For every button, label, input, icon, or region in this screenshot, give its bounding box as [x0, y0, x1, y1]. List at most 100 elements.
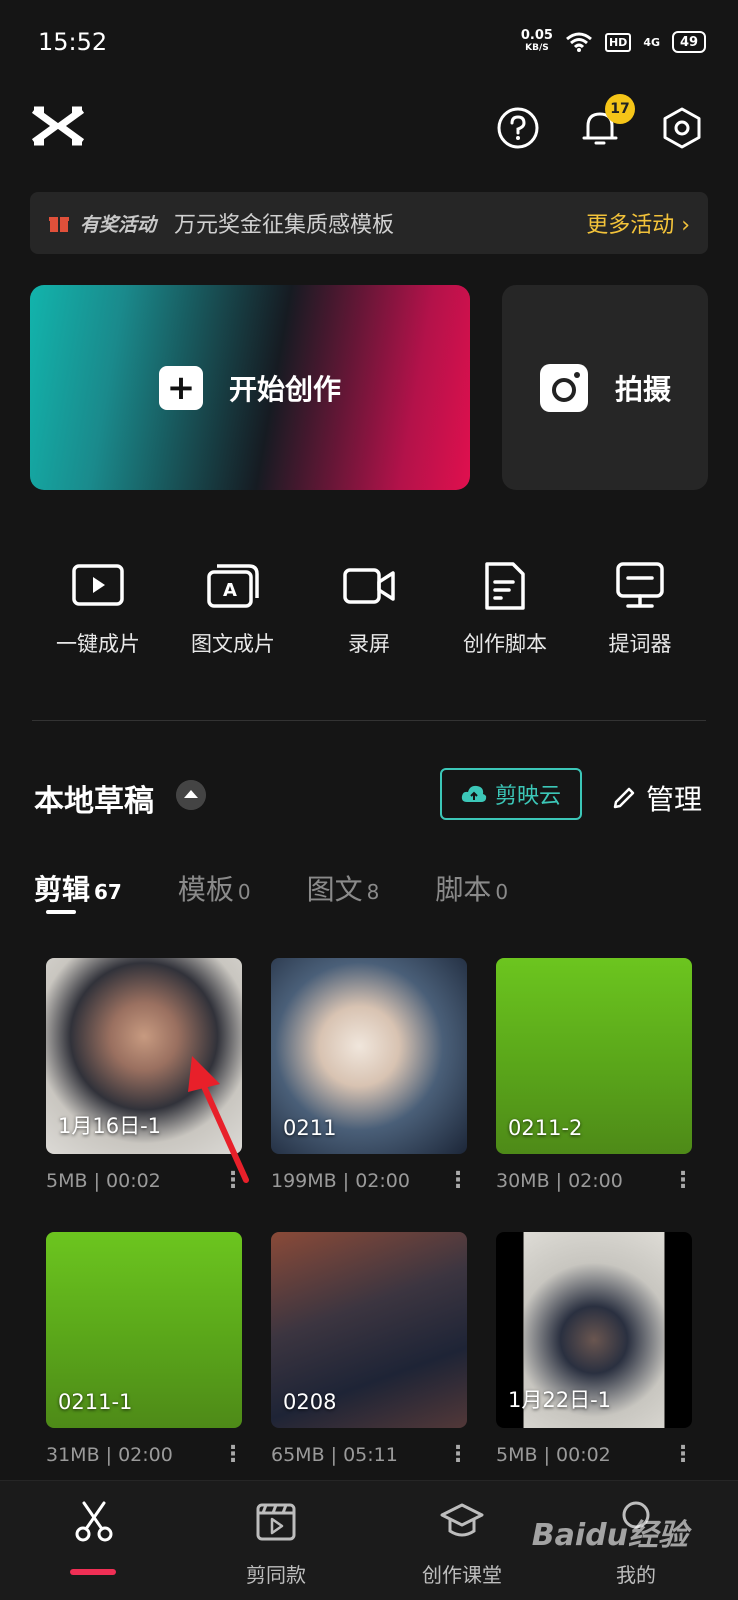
local-drafts-title[interactable]: 本地草稿	[34, 776, 154, 820]
draft-size: 65MB	[271, 1443, 325, 1466]
draft-duration: 02:00	[355, 1169, 410, 1192]
capcut-cloud-button[interactable]: 剪映云	[440, 768, 582, 820]
promo-text: 万元奖金征集质感模板	[174, 213, 395, 238]
draft-item[interactable]: 0208 65MB | 05:11 ⋮	[271, 1232, 469, 1467]
tab-template[interactable]: 模板 0	[178, 868, 251, 908]
tab-label: 图文	[306, 873, 363, 906]
cloud-label: 剪映云	[494, 784, 561, 809]
pencil-icon	[613, 787, 635, 809]
draft-thumbnail[interactable]: 0211-1	[46, 1232, 242, 1428]
draft-duration: 02:00	[568, 1169, 623, 1192]
tab-edit[interactable]: 剪辑 67	[34, 868, 122, 908]
plus-icon: +	[158, 365, 203, 410]
graduation-cap-icon	[440, 1503, 484, 1537]
shoot-button[interactable]: 拍摄	[502, 285, 708, 490]
draft-info: 5MB | 00:02	[46, 1169, 161, 1192]
manage-button[interactable]: 管理	[612, 778, 702, 818]
settings-icon[interactable]	[660, 106, 704, 150]
draft-thumbnail[interactable]: 0211	[271, 958, 467, 1154]
tool-text-to-video[interactable]: A 图文成片	[168, 560, 298, 658]
draft-thumbnail[interactable]: 0211-2	[496, 958, 692, 1154]
battery-icon: 49	[672, 31, 706, 53]
cloud-upload-icon	[461, 785, 487, 802]
more-options-icon[interactable]: ⋮	[222, 1442, 244, 1467]
start-creation-button[interactable]: + 开始创作	[30, 285, 470, 490]
promo-banner[interactable]: 有奖活动 万元奖金征集质感模板 更多活动 ›	[30, 192, 708, 254]
net-speed-value: 0.05	[520, 28, 553, 43]
tab-script[interactable]: 脚本 0	[435, 868, 508, 908]
draft-item[interactable]: 0211-1 31MB | 02:00 ⋮	[46, 1232, 244, 1467]
shoot-label: 拍摄	[614, 372, 671, 406]
tab-label: 剪辑	[34, 873, 91, 906]
draft-size: 30MB	[496, 1169, 550, 1192]
text-layers-icon: A	[207, 564, 259, 608]
more-options-icon[interactable]: ⋮	[672, 1442, 694, 1467]
tab-label: 脚本	[435, 873, 492, 906]
draft-meta: 199MB | 02:00 ⋮	[271, 1168, 469, 1193]
draft-meta: 31MB | 02:00 ⋮	[46, 1442, 244, 1467]
net-speed-unit: KB/S	[525, 43, 549, 53]
video-camera-icon	[343, 568, 395, 604]
tool-one-click-video[interactable]: 一键成片	[33, 560, 163, 658]
more-options-icon[interactable]: ⋮	[447, 1442, 469, 1467]
draft-item[interactable]: 1月22日-1 5MB | 00:02 ⋮	[496, 1232, 694, 1467]
nav-label: 我的	[616, 1563, 656, 1587]
help-icon[interactable]	[496, 106, 540, 150]
nav-edit[interactable]	[24, 1499, 164, 1559]
draft-title: 0211-2	[508, 1116, 583, 1140]
gift-icon	[49, 217, 69, 232]
svg-text:A: A	[223, 580, 237, 601]
nav-label: 创作课堂	[422, 1563, 502, 1587]
tab-count: 67	[94, 880, 122, 904]
nav-active-indicator	[70, 1569, 116, 1575]
signal-icon: 4G	[643, 35, 660, 49]
draft-info: 65MB | 05:11	[271, 1443, 398, 1466]
draft-size: 5MB	[46, 1169, 88, 1192]
capcut-logo	[31, 106, 85, 146]
draft-title: 0211-1	[58, 1390, 133, 1414]
draft-duration: 02:00	[118, 1443, 173, 1466]
net-speed: 0.05 KB/S	[520, 28, 553, 54]
draft-title: 0211	[283, 1116, 337, 1140]
tab-image-text[interactable]: 图文 8	[307, 868, 380, 908]
section-divider	[32, 720, 706, 721]
tool-label: 一键成片	[56, 632, 140, 656]
draft-thumbnail[interactable]: 1月22日-1	[496, 1232, 692, 1428]
draft-duration: 00:02	[106, 1169, 161, 1192]
tool-teleprompter[interactable]: 提词器	[575, 560, 705, 658]
draft-duration: 05:11	[343, 1443, 398, 1466]
draft-title: 1月16日-1	[58, 1114, 162, 1138]
draft-item[interactable]: 0211 199MB | 02:00 ⋮	[271, 958, 469, 1193]
hd-badge: HD	[604, 32, 632, 52]
more-options-icon[interactable]: ⋮	[672, 1168, 694, 1193]
draft-title: 1月22日-1	[508, 1388, 612, 1412]
nav-creation-class[interactable]: 创作课堂	[392, 1499, 532, 1588]
more-options-icon[interactable]: ⋮	[447, 1168, 469, 1193]
more-activities-link[interactable]: 更多活动 ›	[586, 207, 690, 239]
wifi-icon	[566, 32, 592, 52]
tab-count: 0	[237, 880, 251, 904]
tool-label: 创作脚本	[463, 632, 547, 656]
draft-thumbnail[interactable]: 0208	[271, 1232, 467, 1428]
tool-creation-script[interactable]: 创作脚本	[440, 560, 570, 658]
tab-count: 0	[495, 880, 509, 904]
nav-template[interactable]: 剪同款	[206, 1499, 346, 1588]
promo-tag: 有奖活动	[80, 213, 157, 236]
manage-label: 管理	[646, 783, 703, 816]
tool-label: 提词器	[608, 632, 672, 656]
caret-up-icon[interactable]	[176, 780, 206, 810]
tool-screen-record[interactable]: 录屏	[304, 560, 434, 658]
document-icon	[485, 562, 525, 610]
draft-info: 31MB | 02:00	[46, 1443, 173, 1466]
draft-item[interactable]: 0211-2 30MB | 02:00 ⋮	[496, 958, 694, 1193]
tab-label: 模板	[177, 873, 234, 906]
nav-label: 剪同款	[246, 1563, 306, 1587]
tab-count: 8	[366, 880, 380, 904]
status-time: 15:52	[38, 28, 108, 56]
teleprompter-icon	[616, 562, 664, 608]
annotation-arrow-icon	[188, 1056, 249, 1183]
clapperboard-icon	[256, 1503, 296, 1541]
draft-size: 31MB	[46, 1443, 100, 1466]
scissors-icon	[75, 1501, 113, 1542]
camera-icon	[539, 363, 588, 412]
